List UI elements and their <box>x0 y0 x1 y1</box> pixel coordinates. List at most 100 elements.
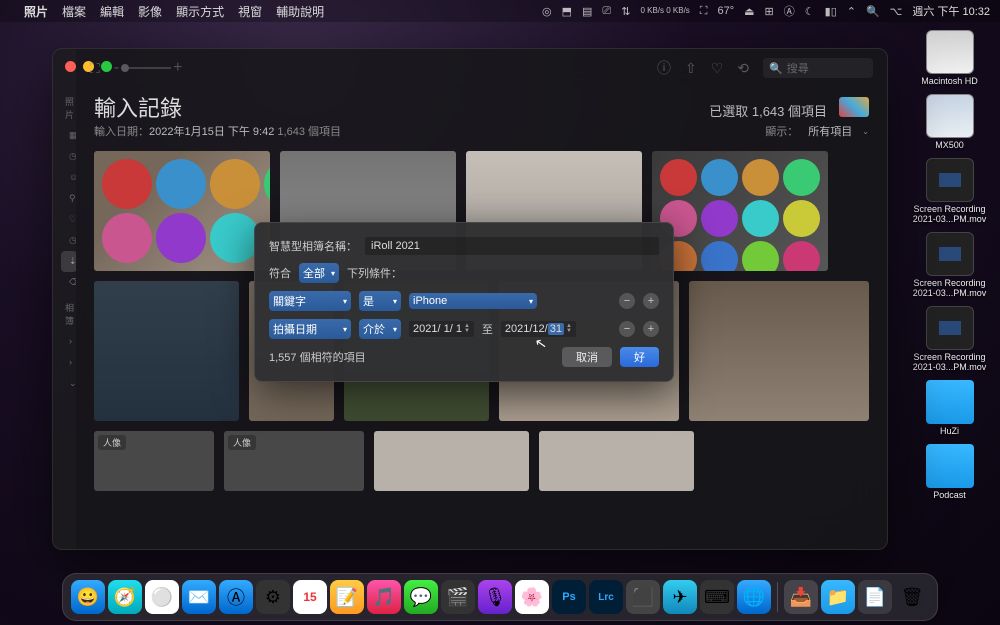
dock-app[interactable]: 💬 <box>404 580 438 614</box>
sidebar-item-folder[interactable]: ⌄iRoll <box>61 415 76 436</box>
sidebar-item-recents[interactable]: ◷最近項目 <box>61 230 76 251</box>
dock-photos[interactable]: 🌸 <box>515 580 549 614</box>
dock-trash[interactable]: 🗑 <box>895 580 929 614</box>
sidebar-item-year[interactable]: ⚙iRoll 2014 <box>61 541 76 549</box>
add-rule-button[interactable]: + <box>643 321 659 337</box>
cancel-button[interactable]: 取消 <box>562 347 612 367</box>
remove-rule-button[interactable]: − <box>619 293 635 309</box>
photo-thumb[interactable]: 人像 <box>94 431 214 491</box>
desktop-item-printer[interactable]: MX500 <box>907 94 992 150</box>
status-icon[interactable]: ⎚ <box>602 5 611 18</box>
sidebar-item-media[interactable]: ›媒體類型 <box>61 331 76 352</box>
sidebar-item-year[interactable]: ⚙iRoll 2009 <box>61 436 76 457</box>
dnd-icon[interactable]: ☾ <box>805 5 815 18</box>
sidebar-item-year[interactable]: ⚙iRoll 2012 <box>61 499 76 520</box>
control-center-icon[interactable]: ⌥ <box>890 5 903 18</box>
album-name-input[interactable] <box>365 237 659 255</box>
wifi-icon[interactable]: ⌃ <box>847 5 856 18</box>
sidebar-item-people[interactable]: ☺人物 <box>61 167 76 188</box>
photo-thumb[interactable] <box>94 281 239 421</box>
menu-image[interactable]: 影像 <box>138 3 162 20</box>
sidebar-item-year[interactable]: ⚙iRoll 2010 <box>61 457 76 478</box>
sidebar-item-year[interactable]: ⚙iRoll 2011 <box>61 478 76 499</box>
clock[interactable]: 週六 下午 10:32 <box>912 3 990 19</box>
battery-icon[interactable]: ▮▯ <box>825 5 837 18</box>
dock-app[interactable]: ✉️ <box>182 580 216 614</box>
date-to-input[interactable]: 2021/12/31▲▼ <box>501 321 576 337</box>
sidebar-item-year[interactable]: ⚙iRoll 2013 <box>61 520 76 541</box>
photo-thumb[interactable] <box>689 281 869 421</box>
photo-thumb[interactable]: 人像 <box>224 431 364 491</box>
dock-calendar[interactable]: 15 <box>293 580 327 614</box>
sidebar-item-library[interactable]: ▦圖庫 <box>61 125 76 146</box>
dock-folder[interactable]: 📁 <box>821 580 855 614</box>
desktop-item-folder[interactable]: HuZi <box>907 380 992 436</box>
rotate-icon[interactable]: ⟲ <box>737 60 749 77</box>
sidebar-item-memories[interactable]: ◷回憶 <box>61 146 76 167</box>
search-input[interactable]: 🔍搜尋 <box>763 58 873 78</box>
aspect-icon[interactable]: ⛶ <box>90 60 100 77</box>
dock-app[interactable]: Ⓐ <box>219 580 253 614</box>
favorite-icon[interactable]: ♡ <box>711 60 724 77</box>
photo-thumb[interactable] <box>539 431 694 491</box>
desktop-item-folder[interactable]: Podcast <box>907 444 992 500</box>
dock-app[interactable]: 🌐 <box>737 580 771 614</box>
field-select[interactable]: 拍攝日期▾ <box>269 319 351 339</box>
sidebar-item-album[interactable]: ⚙Hardgraft <box>61 394 76 415</box>
remove-rule-button[interactable]: − <box>619 321 635 337</box>
dropbox-icon[interactable]: ⬒ <box>562 5 572 18</box>
photo-thumb[interactable] <box>94 151 270 271</box>
status-icon[interactable]: Ⓐ <box>784 3 795 19</box>
op-select[interactable]: 介於▾ <box>359 319 401 339</box>
match-select[interactable]: 全部▾ <box>299 263 339 283</box>
dock-folder[interactable]: 📄 <box>858 580 892 614</box>
chevron-down-icon[interactable]: ⌄ <box>862 127 869 136</box>
dock-app[interactable]: 🧭 <box>108 580 142 614</box>
menu-window[interactable]: 視窗 <box>238 3 262 20</box>
dock-app[interactable]: 🎙 <box>478 580 512 614</box>
desktop-item-mov[interactable]: Screen Recording 2021-03...PM.mov <box>907 232 992 298</box>
dock-app[interactable]: ⌨ <box>700 580 734 614</box>
zoom-button[interactable] <box>101 61 112 72</box>
desktop-item-mov[interactable]: Screen Recording 2021-03...PM.mov <box>907 306 992 372</box>
photo-thumb[interactable] <box>374 431 529 491</box>
share-icon[interactable]: ⇧ <box>685 60 697 77</box>
sidebar-item-favorites[interactable]: ♡喜好項目 <box>61 209 76 230</box>
dock-photoshop[interactable]: Ps <box>552 580 586 614</box>
sidebar-item-shared[interactable]: ›共享的相簿 <box>61 352 76 373</box>
sidebar-item-imports[interactable]: ⇣輸入記錄 <box>61 251 76 272</box>
sidebar-item-myalbums[interactable]: ⌄我的相簿 <box>61 373 76 394</box>
status-icon[interactable]: ⇅ <box>621 5 630 18</box>
dock-app[interactable]: ⬛ <box>626 580 660 614</box>
menu-help[interactable]: 輔助說明 <box>276 3 324 20</box>
status-icon[interactable]: ⊞ <box>765 5 774 18</box>
dock-app[interactable]: ✈ <box>663 580 697 614</box>
dock-app[interactable]: ⚙ <box>256 580 290 614</box>
spotlight-icon[interactable]: 🔍 <box>866 5 880 18</box>
dock-finder[interactable]: 😀 <box>71 580 105 614</box>
sidebar-item-deleted[interactable]: ⌫最近刪除 <box>61 272 76 293</box>
date-from-input[interactable]: 2021/ 1/ 1▲▼ <box>409 321 474 337</box>
info-icon[interactable]: ⓘ <box>657 58 671 78</box>
airplay-icon[interactable]: ⏏ <box>744 5 754 18</box>
app-menu[interactable]: 照片 <box>24 3 48 20</box>
dock-app[interactable]: 📝 <box>330 580 364 614</box>
field-select[interactable]: 關鍵字▾ <box>269 291 351 311</box>
desktop-item-mov[interactable]: Screen Recording 2021-03...PM.mov <box>907 158 992 224</box>
menu-file[interactable]: 檔案 <box>62 3 86 20</box>
menu-edit[interactable]: 編輯 <box>100 3 124 20</box>
menu-view[interactable]: 顯示方式 <box>176 3 224 20</box>
op-select[interactable]: 是▾ <box>359 291 401 311</box>
dock-app[interactable]: 🎵 <box>367 580 401 614</box>
photo-thumb[interactable] <box>652 151 828 271</box>
status-icon[interactable]: ◎ <box>542 5 552 18</box>
dock-app[interactable]: 🎬 <box>441 580 475 614</box>
zoom-slider[interactable]: -+ <box>114 59 183 77</box>
dock-app[interactable]: 📥 <box>784 580 818 614</box>
desktop-item-hd[interactable]: Macintosh HD <box>907 30 992 86</box>
sidebar-item-places[interactable]: ⚲地點 <box>61 188 76 209</box>
close-button[interactable] <box>65 61 76 72</box>
temp-icon[interactable]: ⛶ <box>700 5 708 18</box>
dock-app[interactable]: ⚪ <box>145 580 179 614</box>
add-rule-button[interactable]: + <box>643 293 659 309</box>
